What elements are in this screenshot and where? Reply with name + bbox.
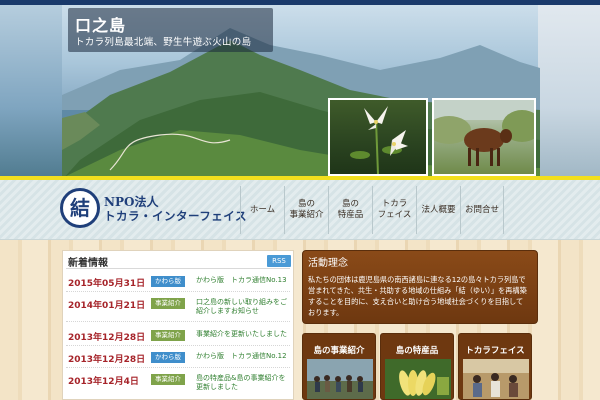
- card-tokara-face[interactable]: トカラフェイス: [458, 333, 532, 400]
- main-menu: ホーム 島の 事業紹介 島の 特産品 トカラ フェイス 法人概要 お問合せ: [240, 186, 504, 234]
- news-link[interactable]: かわら版 トカラ通信No.13: [196, 276, 290, 285]
- news-category-badge: 事業紹介: [151, 298, 185, 309]
- hero-subtitle: トカラ列島最北端、野生牛遊ぶ火山の島: [75, 37, 252, 48]
- wild-cow-image: [434, 100, 534, 166]
- news-category-badge: かわら版: [151, 276, 185, 287]
- lily-photo: [328, 98, 428, 176]
- news-date: 2013年12月28日: [68, 355, 146, 365]
- news-item[interactable]: 2013年12月4日 事業紹介 島の特産品&島の事業紹介を更新しました: [66, 370, 290, 392]
- lily-flower-image: [350, 106, 408, 174]
- logo-org-name[interactable]: トカラ・インターフェイス: [104, 208, 247, 224]
- news-category-badge: 事業紹介: [151, 330, 185, 341]
- nav-contact[interactable]: お問合せ: [460, 186, 504, 234]
- nav-business[interactable]: 島の 事業紹介: [284, 186, 328, 234]
- card-business[interactable]: 島の事業紹介: [302, 333, 376, 400]
- news-category-badge: かわら版: [151, 352, 185, 363]
- hero-banner: 口之島 トカラ列島最北端、野生牛遊ぶ火山の島: [0, 0, 600, 180]
- rss-button[interactable]: RSS: [267, 255, 291, 267]
- news-heading: 新着情報: [68, 258, 108, 269]
- news-date: 2014年01月21日: [68, 301, 146, 311]
- news-date: 2015年05月31日: [68, 279, 146, 289]
- news-date: 2013年12月4日: [68, 377, 139, 387]
- card-label: 島の事業紹介: [313, 346, 365, 356]
- banana-bunch-image: [385, 359, 451, 399]
- nav-home[interactable]: ホーム: [240, 186, 284, 234]
- news-divider: [66, 268, 290, 269]
- activity-text: 私たちの団体は鹿児島県の南西諸島に連なる12の島々トカラ列島で営まれてきた、共生…: [308, 275, 527, 317]
- activity-heading: 活動理念: [308, 258, 348, 269]
- news-item[interactable]: 2014年01月21日 事業紹介 口之島の新しい取り組みをご紹介しますお知らせ: [66, 294, 290, 322]
- news-link[interactable]: 口之島の新しい取り組みをご紹介しますお知らせ: [196, 298, 290, 316]
- people-gathering-image: [463, 359, 529, 399]
- card-products[interactable]: 島の特産品: [380, 333, 454, 400]
- news-item[interactable]: 2013年12月28日 かわら版 かわら版 トカラ通信No.12: [66, 348, 290, 368]
- news-link[interactable]: 事業紹介を更新いたしました: [196, 330, 290, 339]
- card-label: トカラフェイス: [465, 346, 525, 356]
- news-item[interactable]: 2015年05月31日 かわら版 かわら版 トカラ通信No.13: [66, 272, 290, 292]
- nav-tokara-face[interactable]: トカラ フェイス: [372, 186, 416, 234]
- news-item[interactable]: 2013年12月28日 事業紹介 事業紹介を更新いたしました: [66, 326, 290, 346]
- hero-title: 口之島: [75, 16, 127, 35]
- cow-photo: [432, 98, 536, 176]
- yui-logo-icon[interactable]: 結: [60, 188, 100, 228]
- hero-top-border: [0, 0, 600, 5]
- news-date: 2013年12月28日: [68, 333, 146, 343]
- nav-products[interactable]: 島の 特産品: [328, 186, 372, 234]
- people-group-image: [307, 359, 373, 399]
- nav-about[interactable]: 法人概要: [416, 186, 460, 234]
- card-label: 島の特産品: [395, 346, 439, 356]
- news-link[interactable]: かわら版 トカラ通信No.12: [196, 352, 290, 361]
- news-category-badge: 事業紹介: [151, 374, 185, 385]
- news-link[interactable]: 島の特産品&島の事業紹介を更新しました: [196, 374, 290, 392]
